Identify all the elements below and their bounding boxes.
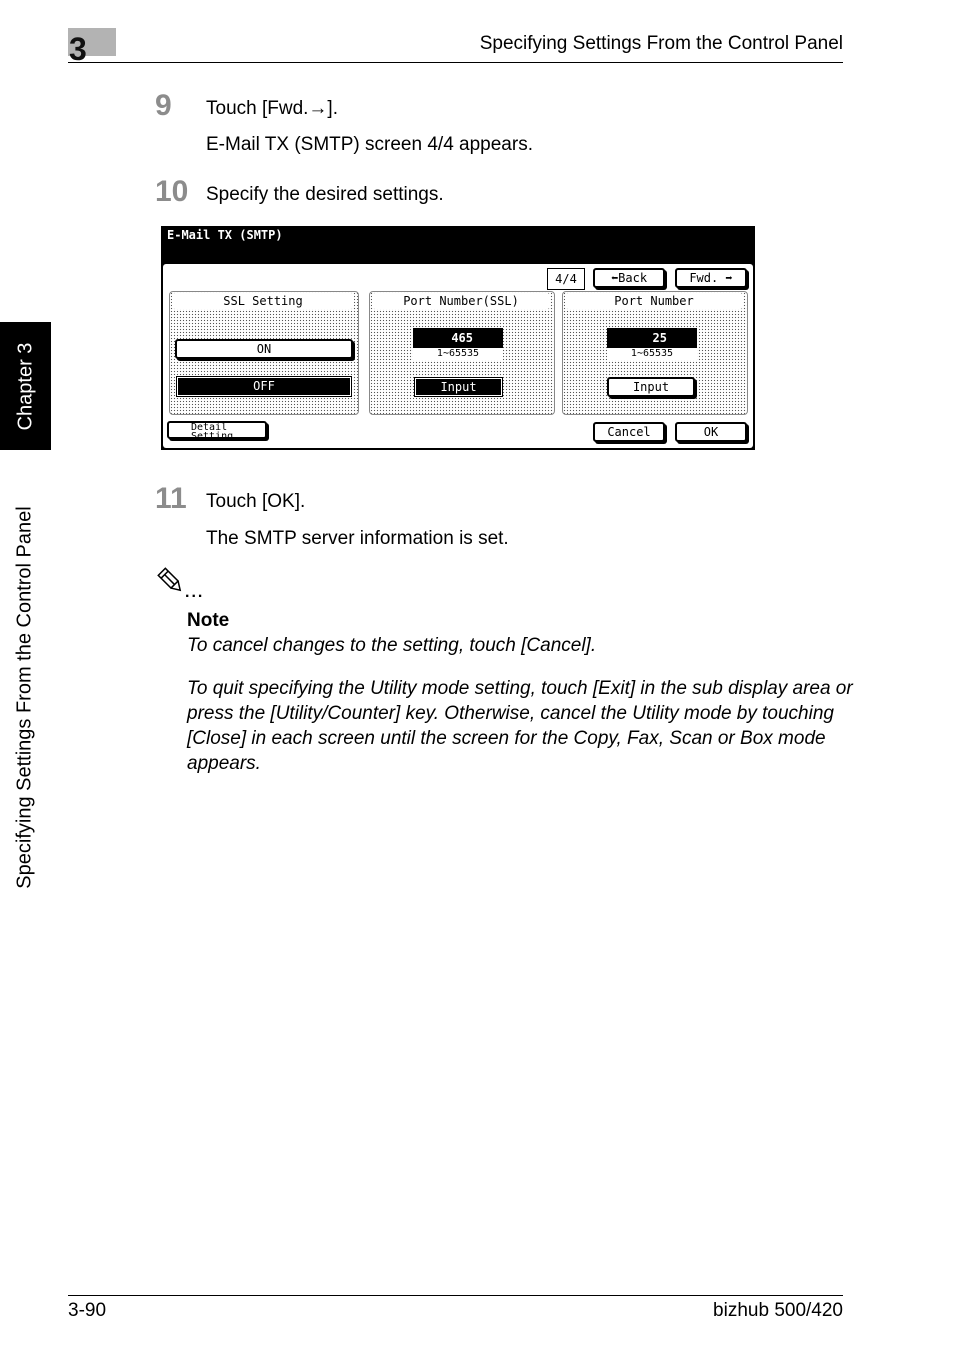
port-input-button[interactable]: Input [607, 377, 695, 397]
step-number-9: 9 [155, 89, 172, 122]
port-label: Port Number [565, 293, 743, 309]
ssl-off-button[interactable]: OFF [176, 376, 352, 397]
detail-setting-button[interactable]: Detail Setting [167, 421, 267, 442]
detail-setting-label-line2: Setting [191, 431, 234, 442]
port-ssl-range: 1∼65535 [413, 348, 503, 360]
step-9-instruction: Touch [Fwd.→]. [206, 98, 338, 119]
ssl-setting-label: SSL Setting [172, 293, 354, 309]
ok-button[interactable]: OK [675, 422, 747, 442]
cancel-button[interactable]: Cancel [593, 422, 665, 442]
side-section-label: Specifying Settings From the Control Pan… [14, 506, 37, 889]
step-number-11: 11 [155, 482, 187, 515]
note-paragraph-1: To cancel changes to the setting, touch … [187, 635, 597, 656]
side-chapter-label: Chapter 3 [14, 342, 36, 430]
forward-button[interactable]: Fwd. ➡ [675, 268, 747, 288]
page-number: 3-90 [68, 1300, 107, 1321]
port-ssl-value: 465 [413, 328, 503, 348]
step-11-result: The SMTP server information is set. [206, 528, 509, 549]
port-value: 25 [607, 328, 697, 348]
product-model: bizhub 500/420 [713, 1300, 843, 1321]
note-heading: Note [187, 610, 230, 631]
note-paragraph-2: To quit specifying the Utility mode sett… [187, 678, 853, 774]
screen-title: E-Mail TX (SMTP) [167, 228, 283, 242]
port-ssl-label: Port Number(SSL) [372, 293, 550, 309]
step-11-instruction: Touch [OK]. [206, 491, 306, 512]
back-button[interactable]: ⬅Back [593, 268, 665, 288]
header-divider [68, 62, 843, 63]
port-ssl-input-button[interactable]: Input [414, 377, 503, 397]
footer-divider [68, 1295, 843, 1296]
ssl-on-button[interactable]: ON [175, 339, 353, 359]
port-range: 1∼65535 [607, 348, 697, 360]
chapter-number: 3 [69, 31, 87, 67]
pencil-icon [156, 566, 186, 601]
page-indicator: 4/4 [547, 268, 585, 290]
step-9-result: E-Mail TX (SMTP) screen 4/4 appears. [206, 134, 533, 155]
step-10-instruction: Specify the desired settings. [206, 184, 444, 205]
running-header-title: Specifying Settings From the Control Pan… [479, 33, 843, 54]
note-ellipsis: ... [185, 584, 205, 601]
step-number-10: 10 [155, 175, 189, 208]
